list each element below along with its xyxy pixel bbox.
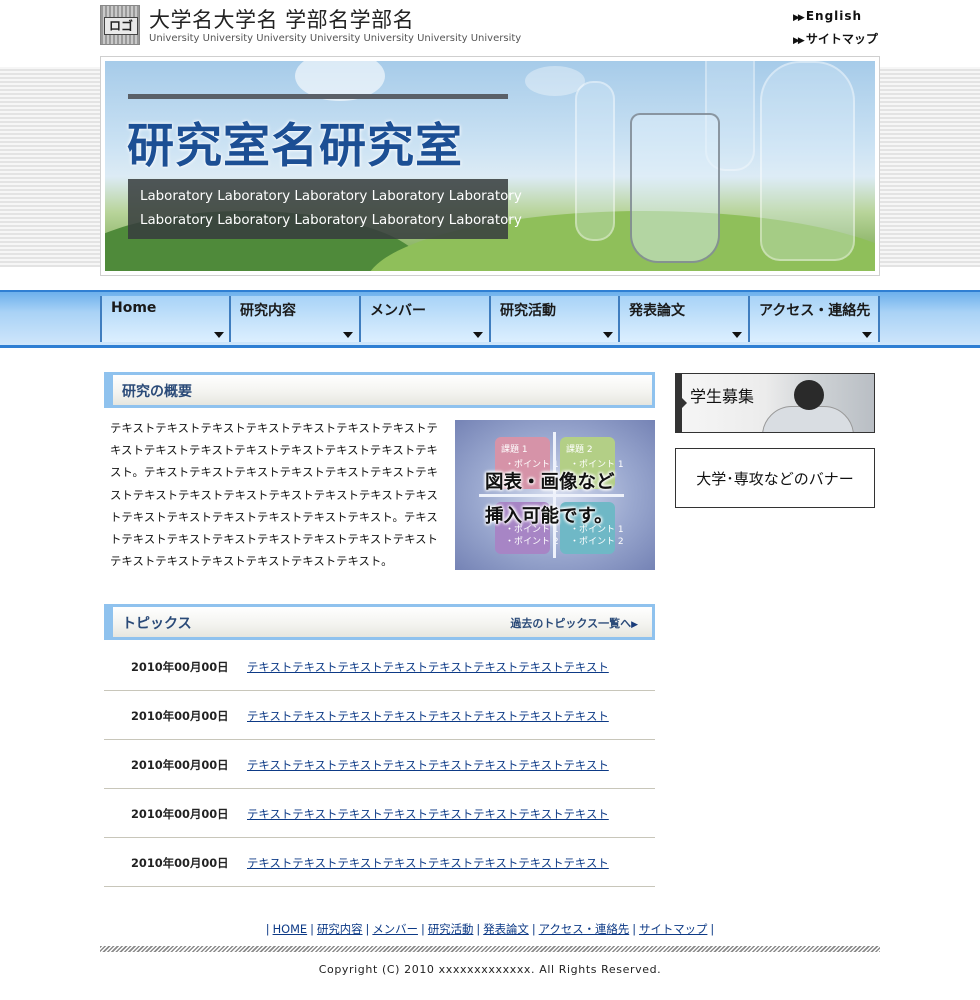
quadrant-title: 課題 1 (501, 445, 528, 455)
person-silhouette (762, 406, 854, 432)
hero-image: 研究室名研究室 Laboratory Laboratory Laboratory… (105, 61, 875, 271)
topic-list: 2010年00月00日 テキストテキストテキストテキストテキストテキストテキスト… (104, 642, 655, 887)
topic-date: 2010年00月00日 (131, 709, 229, 723)
footer-divider (100, 946, 880, 952)
double-chevron-right-icon: ▶▶ (793, 13, 805, 23)
nav-item-activities[interactable]: 研究活動 (489, 296, 619, 342)
footer-link-activities[interactable]: 研究活動 (428, 922, 474, 936)
nav-item-label: メンバー (370, 303, 426, 319)
nav-item-access[interactable]: アクセス・連絡先 (748, 296, 880, 342)
topic-row: 2010年00月00日 テキストテキストテキストテキストテキストテキストテキスト… (104, 838, 655, 887)
hero-title-bar (128, 94, 508, 99)
english-link[interactable]: ▶▶ English (793, 9, 862, 23)
nav-item-label: 発表論文 (629, 303, 685, 319)
sitemap-link[interactable]: ▶▶ サイトマップ (793, 30, 878, 47)
topic-row: 2010年00月00日 テキストテキストテキストテキストテキストテキストテキスト… (104, 740, 655, 789)
global-nav: Home 研究内容 メンバー 研究活動 発表論文 アクセス・連絡先 (100, 296, 880, 342)
recruit-banner[interactable]: 学生募集 (675, 373, 875, 433)
topics-heading-bar: トピックス 過去のトピックス一覧へ▶ (104, 604, 655, 640)
hero-caption-line: Laboratory Laboratory Laboratory Laborat… (140, 213, 522, 228)
footer-link-members[interactable]: メンバー (372, 922, 418, 936)
triangle-down-icon (473, 332, 483, 338)
site-logo[interactable]: ロゴ (100, 5, 140, 45)
topic-link[interactable]: テキストテキストテキストテキストテキストテキストテキストテキスト (247, 708, 609, 724)
nav-item-members[interactable]: メンバー (359, 296, 489, 342)
footer-link-sitemap[interactable]: サイトマップ (639, 922, 707, 936)
footer-nav: | HOME | 研究内容 | メンバー | 研究活動 | 発表論文 | アクセス・連絡先 | サイトマッ… (265, 922, 715, 936)
triangle-down-icon (862, 332, 872, 338)
footer-link-publications[interactable]: 発表論文 (483, 922, 529, 936)
topic-date: 2010年00月00日 (131, 807, 229, 821)
topic-row: 2010年00月00日 テキストテキストテキストテキストテキストテキストテキスト… (104, 789, 655, 838)
footer-link-research[interactable]: 研究内容 (317, 922, 363, 936)
footer-link-access[interactable]: アクセス・連絡先 (539, 922, 630, 936)
topics-archive-label: 過去のトピックス一覧へ (510, 617, 632, 630)
university-banner[interactable]: 大学･専攻などのバナー (675, 448, 875, 508)
nav-item-label: 研究内容 (240, 303, 296, 319)
topics-archive-link[interactable]: 過去のトピックス一覧へ▶ (510, 615, 638, 631)
nav-item-label: Home (111, 300, 157, 316)
hero-caption: Laboratory Laboratory Laboratory Laborat… (128, 179, 522, 239)
quadrant-point: ・ポイント 2 (505, 537, 559, 547)
hero-title: 研究室名研究室 (127, 119, 463, 174)
triangle-right-icon (676, 374, 687, 432)
overview-body: テキストテキストテキストテキストテキストテキストテキストテキストテキストテキスト… (110, 421, 439, 569)
topic-date: 2010年00月00日 (131, 660, 229, 674)
overview-heading-bar: 研究の概要 (104, 372, 655, 408)
triangle-down-icon (603, 332, 613, 338)
triangle-down-icon (214, 332, 224, 338)
triangle-down-icon (343, 332, 353, 338)
copyright: Copyright (C) 2010 xxxxxxxxxxxxx. All Ri… (318, 963, 662, 976)
topic-link[interactable]: テキストテキストテキストテキストテキストテキストテキストテキスト (247, 659, 609, 675)
recruit-banner-label: 学生募集 (690, 387, 755, 406)
overview-heading: 研究の概要 (122, 384, 192, 400)
figure-axis (479, 494, 624, 497)
topic-date: 2010年00月00日 (131, 856, 229, 870)
sitemap-link-label: サイトマップ (805, 32, 878, 46)
site-subtitle: University University University Univers… (149, 33, 522, 44)
figure-text: 図表・画像など (485, 472, 615, 493)
logo-text: ロゴ (104, 17, 138, 35)
topic-row: 2010年00月00日 テキストテキストテキストテキストテキストテキストテキスト… (104, 691, 655, 740)
topic-link[interactable]: テキストテキストテキストテキストテキストテキストテキストテキスト (247, 757, 609, 773)
nav-item-research[interactable]: 研究内容 (229, 296, 359, 342)
site-title: 大学名大学名 学部名学部名 (149, 8, 415, 32)
nav-item-publications[interactable]: 発表論文 (618, 296, 748, 342)
english-link-label: English (805, 9, 863, 23)
topics-heading: トピックス (122, 616, 192, 632)
overview-figure: 課題 1 ・ポイント 1 課題 2 ・ポイント 1 ・ポイント 1 ・ポイント … (455, 420, 655, 570)
nav-item-label: 研究活動 (500, 303, 556, 319)
person-head (794, 380, 824, 410)
nav-item-label: アクセス・連絡先 (759, 303, 871, 319)
quadrant-point: ・ポイント 2 (570, 537, 624, 547)
footer-link-home[interactable]: HOME (273, 922, 308, 936)
topic-row: 2010年00月00日 テキストテキストテキストテキストテキストテキストテキスト… (104, 642, 655, 691)
topic-link[interactable]: テキストテキストテキストテキストテキストテキストテキストテキスト (247, 855, 609, 871)
triangle-right-icon: ▶ (631, 620, 638, 630)
figure-text: 挿入可能です。 (485, 506, 613, 527)
hero-caption-line: Laboratory Laboratory Laboratory Laborat… (140, 189, 522, 204)
double-chevron-right-icon: ▶▶ (793, 36, 805, 46)
nav-item-home[interactable]: Home (100, 296, 230, 342)
university-banner-label: 大学･専攻などのバナー (696, 470, 854, 488)
triangle-down-icon (732, 332, 742, 338)
topic-date: 2010年00月00日 (131, 758, 229, 772)
figure-axis (553, 432, 556, 558)
topic-link[interactable]: テキストテキストテキストテキストテキストテキストテキストテキスト (247, 806, 609, 822)
quadrant-title: 課題 2 (566, 445, 593, 455)
